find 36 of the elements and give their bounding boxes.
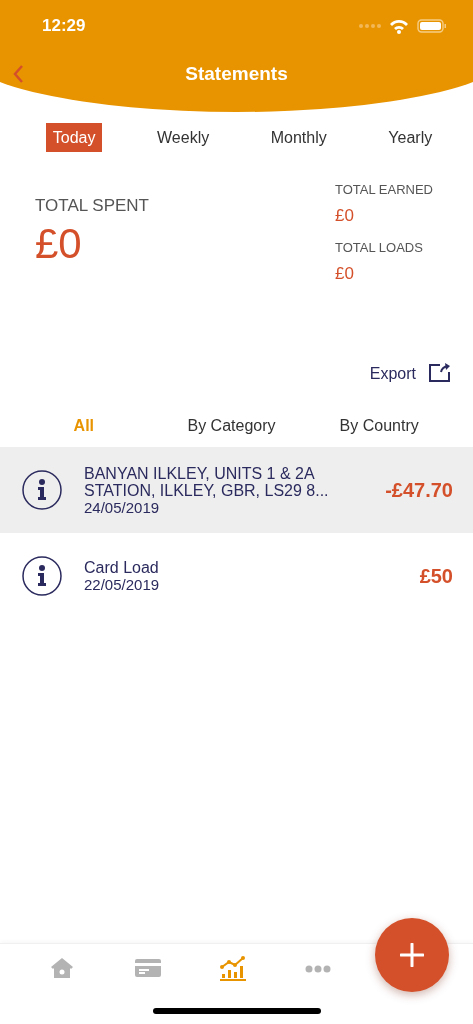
status-time: 12:29 xyxy=(42,16,87,36)
chart-icon xyxy=(219,956,246,982)
transaction-row[interactable]: BANYAN ILKLEY, UNITS 1 & 2A STATION, ILKLEY, GBR, LS29 8... 24/05/2019 -£47.70 xyxy=(0,447,473,533)
transaction-description: Card Load xyxy=(84,559,160,576)
filter-tab[interactable]: By Category xyxy=(187,413,276,439)
battery-icon xyxy=(417,19,447,33)
back-button[interactable] xyxy=(12,64,24,84)
transaction-amount: -£47.70 xyxy=(385,478,453,502)
more-icon xyxy=(304,965,331,973)
transaction-date: 22/05/2019 xyxy=(84,576,161,593)
total-loads-label: TOTAL LOADS xyxy=(335,240,424,255)
info-icon xyxy=(22,470,62,510)
total-loads-value: £0 xyxy=(335,264,355,284)
total-spent-value: £0 xyxy=(35,220,83,268)
plus-icon xyxy=(400,943,424,967)
transaction-date: 24/05/2019 xyxy=(84,498,161,516)
filter-tab[interactable]: By Country xyxy=(339,413,419,439)
transaction-amount: £50 xyxy=(419,564,453,588)
period-tab[interactable]: Yearly xyxy=(381,123,440,152)
total-earned-value: £0 xyxy=(335,206,355,226)
export-button[interactable]: Export xyxy=(369,362,451,383)
nav-tab[interactable] xyxy=(219,956,246,982)
wifi-icon xyxy=(389,18,409,34)
screen-title: Statements xyxy=(185,63,288,85)
back-chevron-icon xyxy=(12,64,24,84)
period-tab[interactable]: Monthly xyxy=(263,123,334,152)
total-spent-label: TOTAL SPENT xyxy=(35,196,149,216)
signal-icon xyxy=(359,23,381,29)
period-tab[interactable]: Weekly xyxy=(150,123,217,152)
info-icon xyxy=(22,556,62,596)
add-button[interactable] xyxy=(375,918,449,992)
share-icon xyxy=(428,362,451,383)
total-earned-label: TOTAL EARNED xyxy=(335,182,434,197)
transaction-row[interactable]: Card Load 22/05/2019 £50 xyxy=(0,533,473,619)
transaction-description: BANYAN ILKLEY, UNITS 1 & 2A STATION, ILKLEY, GBR, LS29 8... xyxy=(84,464,330,499)
period-tab[interactable]: Today xyxy=(45,123,103,152)
